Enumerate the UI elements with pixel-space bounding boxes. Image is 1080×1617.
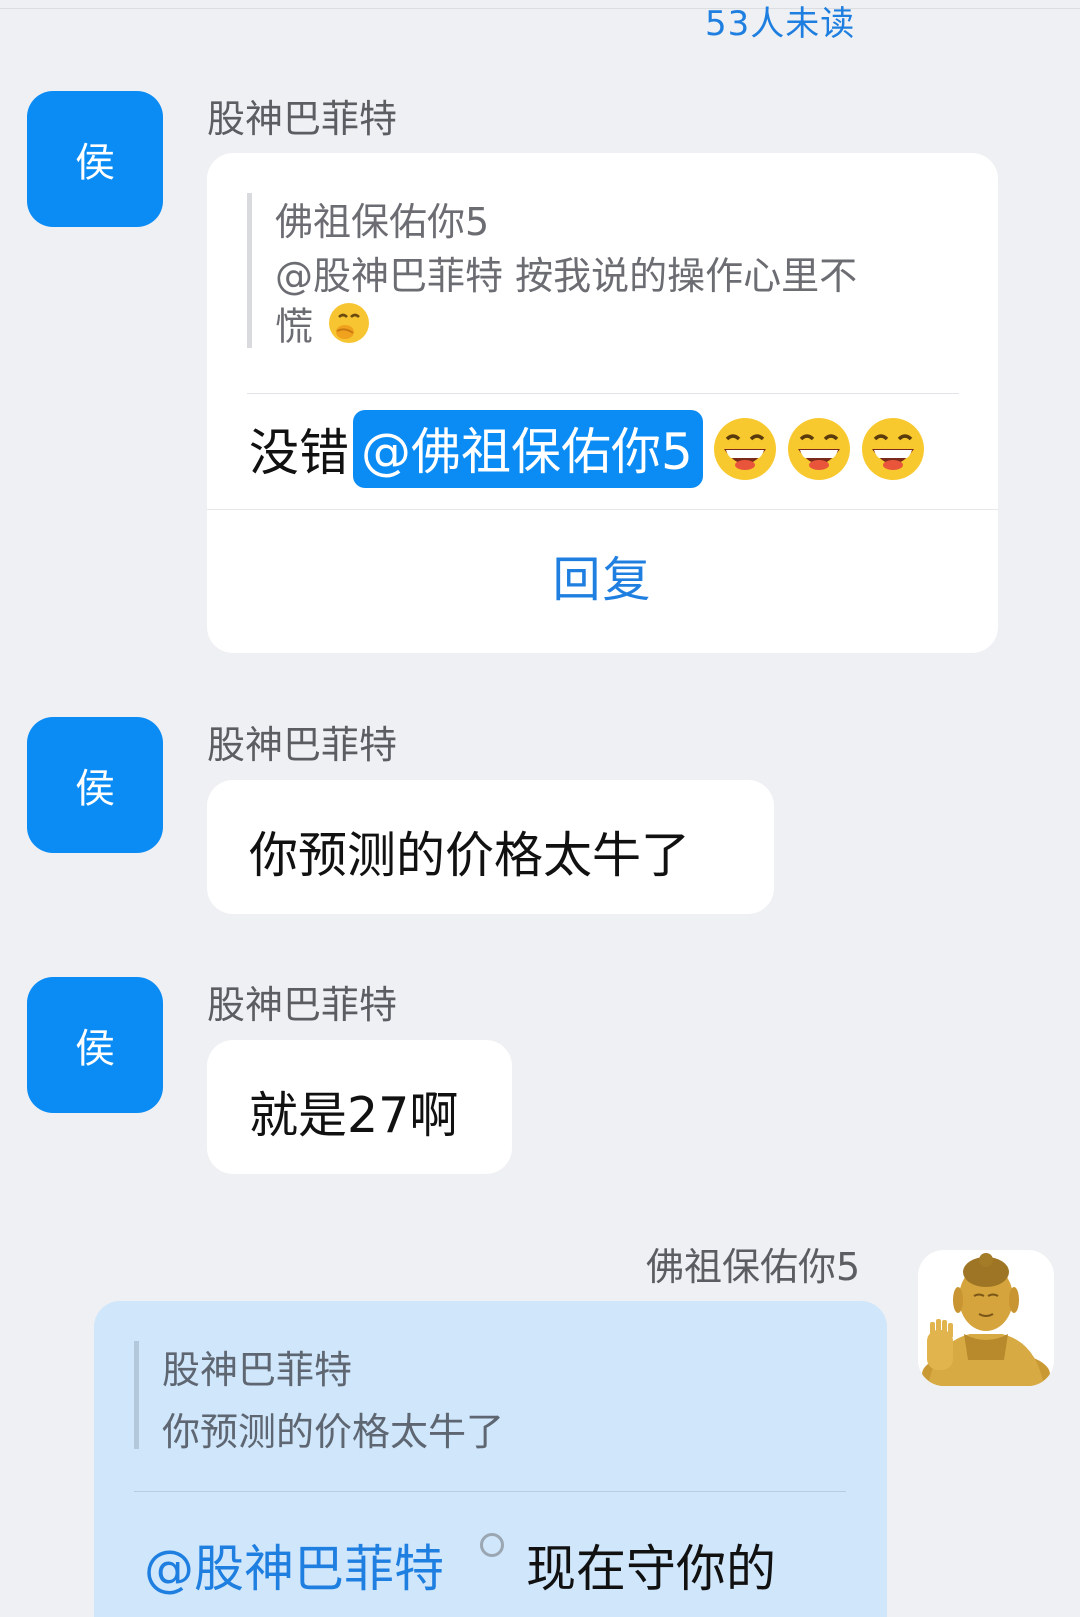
reply-message-card[interactable]: 佛祖保佑你5 @股神巴菲特 按我说的操作心里不慌 没错 @佛祖保佑你5 回复 [207, 153, 998, 653]
reply-text: 没错 [249, 424, 349, 482]
unread-count-link[interactable]: 53人未读 [705, 0, 855, 45]
reply-button[interactable]: 回复 [207, 510, 998, 640]
quote-author: 股神巴菲特 [162, 1348, 353, 1392]
quote-text: @股神巴菲特 按我说的操作心里不慌 [275, 251, 895, 357]
sender-name: 股神巴菲特 [207, 97, 398, 141]
message-text: 你预测的价格太牛了 [249, 827, 691, 884]
quote-divider [134, 1491, 846, 1492]
quote-bar [247, 193, 252, 348]
buddha-statue-icon [918, 1250, 1054, 1386]
grinning-face-emoji-icon [861, 418, 924, 480]
sender-name: 股神巴菲特 [207, 723, 398, 767]
mention-chip[interactable]: @佛祖保佑你5 [353, 410, 703, 488]
message-bubble[interactable]: 就是27啊 [207, 1040, 512, 1174]
ring-icon [480, 1533, 504, 1557]
reply-content: 没错 @佛祖保佑你5 [249, 409, 927, 489]
chat-screen: 53人未读 侯 股神巴菲特 佛祖保佑你5 @股神巴菲特 按我说的操作心里不慌 没… [0, 0, 1080, 1617]
message-text: 就是27啊 [249, 1087, 459, 1144]
avatar[interactable]: 侯 [27, 91, 163, 227]
my-reply-message-card[interactable]: 股神巴菲特 你预测的价格太牛了 @股神巴菲特 现在守你的 [94, 1301, 887, 1617]
avatar[interactable]: 侯 [27, 717, 163, 853]
quote-bar [134, 1341, 139, 1449]
quote-author: 佛祖保佑你5 [275, 200, 490, 244]
quote-text: 你预测的价格太牛了 [162, 1410, 505, 1454]
my-sender-name: 佛祖保佑你5 [646, 1245, 861, 1289]
avatar[interactable]: 侯 [27, 977, 163, 1113]
avatar-text: 侯 [75, 766, 115, 812]
emoji-row [711, 415, 927, 483]
quote-divider [247, 393, 959, 394]
grinning-face-emoji-icon [713, 418, 776, 480]
message-bubble[interactable]: 你预测的价格太牛了 [207, 780, 774, 914]
avatar-text: 侯 [75, 1026, 115, 1072]
top-divider [0, 0, 1080, 9]
mention-link[interactable]: @股神巴菲特 [144, 1529, 444, 1601]
buddha-avatar[interactable] [918, 1250, 1054, 1386]
shushing-face-emoji-icon [327, 301, 371, 357]
grinning-face-emoji-icon [787, 418, 850, 480]
sender-name: 股神巴菲特 [207, 983, 398, 1027]
message-text: 现在守你的 [526, 1540, 776, 1598]
avatar-text: 侯 [75, 140, 115, 186]
